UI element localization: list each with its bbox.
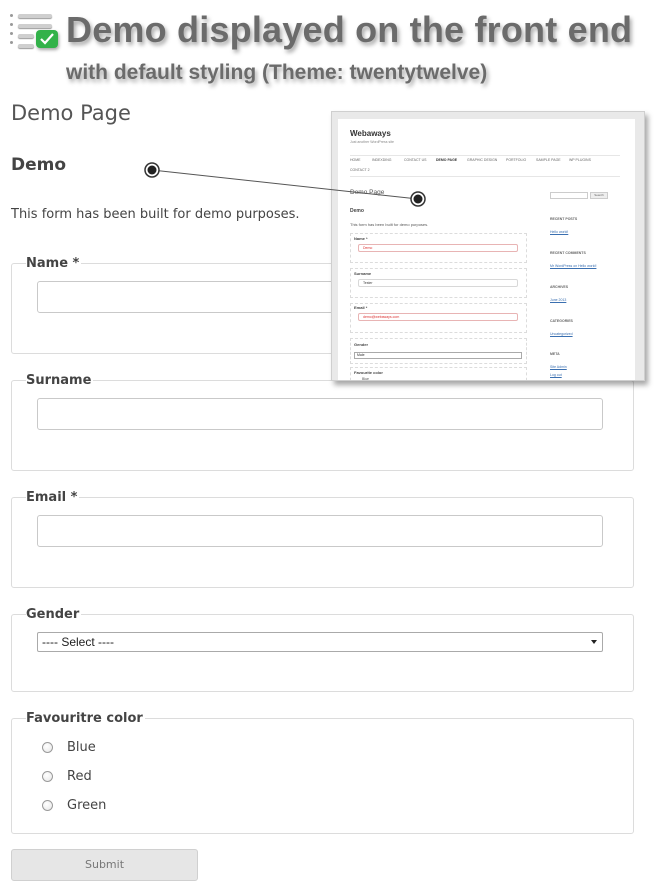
- callout-pointer: [144, 162, 426, 207]
- callout-dot-start: [144, 162, 160, 178]
- callout-dot-end: [410, 191, 426, 207]
